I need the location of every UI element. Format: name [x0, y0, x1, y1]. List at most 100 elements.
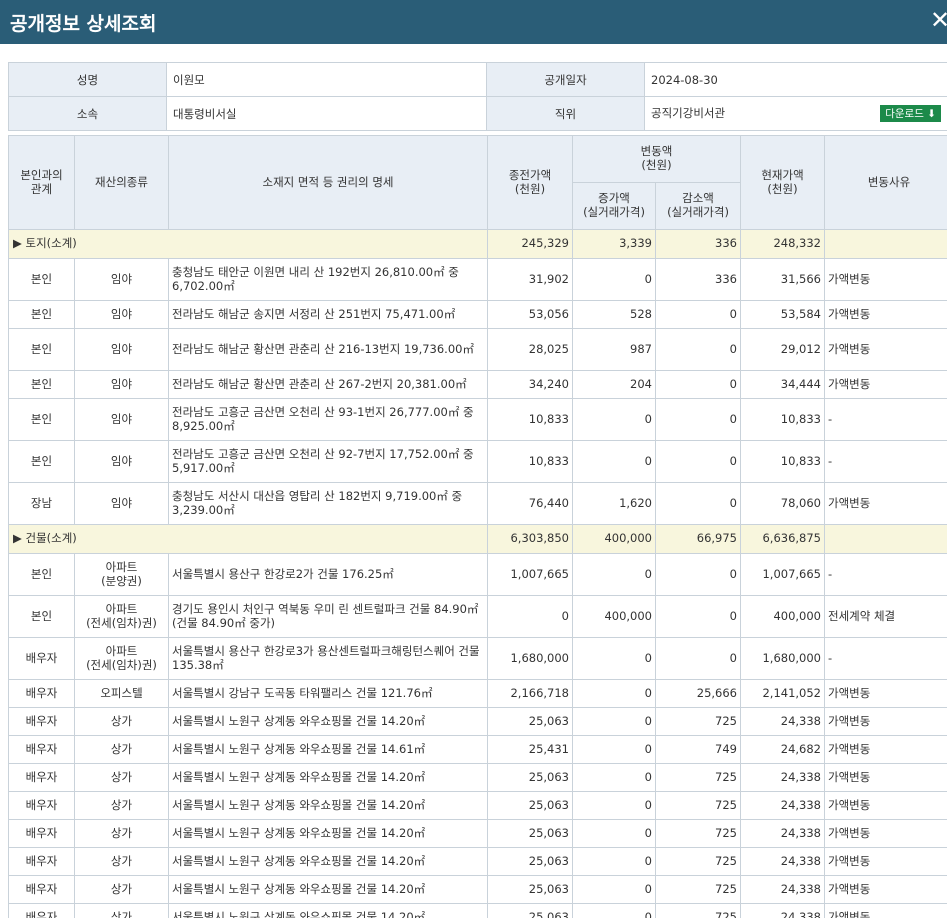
table-row[interactable]: 배우자 상가 서울특별시 노원구 상계동 와우쇼핑몰 건물 14.20㎡ 25,063… — [8, 791, 947, 820]
cell-reason: 가액변동 — [824, 847, 947, 876]
header-type: 재산의종류 — [74, 135, 169, 230]
download-button[interactable]: 다운로드 ⬇ — [880, 105, 941, 122]
cell-inc: 0 — [572, 637, 656, 680]
cell-dec: 725 — [655, 875, 741, 904]
cell-inc: 528 — [572, 300, 656, 329]
cell-type: 아파트 (분양권) — [74, 553, 169, 596]
table-row[interactable]: 본인 임야 전라남도 해남군 황산면 관춘리 산 216-13번지 19,736.0… — [8, 328, 947, 371]
subtotal-prev: 6,303,850 — [487, 524, 573, 554]
table-row[interactable]: 배우자 상가 서울특별시 노원구 상계동 와우쇼핑몰 건물 14.20㎡ 25,063… — [8, 707, 947, 736]
table-row[interactable]: 본인 임야 전라남도 고흥군 금산면 오천리 산 93-1번지 26,777.00㎡… — [8, 398, 947, 441]
cell-type: 아파트 (전세(임차)권) — [74, 637, 169, 680]
cell-prev: 25,063 — [487, 791, 573, 820]
cell-dec: 0 — [655, 595, 741, 638]
cell-type: 상가 — [74, 735, 169, 764]
cell-prev: 31,902 — [487, 258, 573, 301]
cell-desc: 서울특별시 노원구 상계동 와우쇼핑몰 건물 14.20㎡ — [168, 763, 488, 792]
cell-current: 31,566 — [740, 258, 825, 301]
cell-desc: 서울특별시 강남구 도곡동 타워팰리스 건물 121.76㎡ — [168, 679, 488, 708]
cell-type: 상가 — [74, 763, 169, 792]
cell-dec: 749 — [655, 735, 741, 764]
cell-type: 상가 — [74, 707, 169, 736]
cell-current: 34,444 — [740, 370, 825, 399]
subtotal-row[interactable]: ▶ 토지(소계) 245,329 3,339 336 248,332 — [8, 229, 947, 259]
cell-type: 아파트 (전세(임차)권) — [74, 595, 169, 638]
cell-prev: 25,063 — [487, 875, 573, 904]
table-row[interactable]: 본인 임야 전라남도 해남군 송지면 서정리 산 251번지 75,471.00㎡ 5… — [8, 300, 947, 329]
header-relation: 본인과의 관계 — [8, 135, 75, 230]
cell-current: 24,338 — [740, 903, 825, 918]
cell-dec: 725 — [655, 903, 741, 918]
cell-dec: 725 — [655, 819, 741, 848]
org-value: 대통령비서실 — [166, 96, 487, 131]
table-row[interactable]: 본인 임야 충청남도 태안군 이원면 내리 산 192번지 26,810.00㎡ 중… — [8, 258, 947, 301]
header-desc: 소재지 면적 등 권리의 명세 — [168, 135, 488, 230]
cell-desc: 서울특별시 노원구 상계동 와우쇼핑몰 건물 14.20㎡ — [168, 847, 488, 876]
cell-reason: 가액변동 — [824, 482, 947, 525]
table-row[interactable]: 본인 임야 전라남도 고흥군 금산면 오천리 산 92-7번지 17,752.00㎡… — [8, 440, 947, 483]
cell-dec: 0 — [655, 440, 741, 483]
header-reason: 변동사유 — [824, 135, 947, 230]
cell-type: 상가 — [74, 903, 169, 918]
table-row[interactable]: 배우자 상가 서울특별시 노원구 상계동 와우쇼핑몰 건물 14.20㎡ 25,063… — [8, 819, 947, 848]
cell-inc: 204 — [572, 370, 656, 399]
cell-inc: 400,000 — [572, 595, 656, 638]
cell-desc: 충청남도 서산시 대산읍 영탑리 산 182번지 9,719.00㎡ 중 3,2… — [168, 482, 488, 525]
subtotal-title: ▶ 토지(소계) — [8, 229, 488, 259]
name-label: 성명 — [8, 62, 167, 97]
cell-relation: 배우자 — [8, 763, 75, 792]
cell-relation: 본인 — [8, 258, 75, 301]
date-label: 공개일자 — [486, 62, 645, 97]
cell-reason: - — [824, 553, 947, 596]
subtotal-dec: 336 — [655, 229, 741, 259]
table-row[interactable]: 배우자 아파트 (전세(임차)권) 서울특별시 용산구 한강로3가 용산센트럴파크해… — [8, 637, 947, 680]
cell-current: 53,584 — [740, 300, 825, 329]
cell-relation: 본인 — [8, 440, 75, 483]
cell-inc: 0 — [572, 398, 656, 441]
cell-prev: 53,056 — [487, 300, 573, 329]
table-row[interactable]: 배우자 상가 서울특별시 노원구 상계동 와우쇼핑몰 건물 14.61㎡ 25,431… — [8, 735, 947, 764]
table-row[interactable]: 배우자 상가 서울특별시 노원구 상계동 와우쇼핑몰 건물 14.20㎡ 25,063… — [8, 875, 947, 904]
cell-current: 24,682 — [740, 735, 825, 764]
cell-dec: 0 — [655, 370, 741, 399]
cell-relation: 본인 — [8, 553, 75, 596]
cell-inc: 0 — [572, 847, 656, 876]
cell-desc: 전라남도 해남군 송지면 서정리 산 251번지 75,471.00㎡ — [168, 300, 488, 329]
cell-relation: 본인 — [8, 300, 75, 329]
table-row[interactable]: 본인 아파트 (전세(임차)권) 경기도 용인시 처인구 역북동 우미 린 센트럴파… — [8, 595, 947, 638]
close-icon[interactable]: ✕ — [930, 6, 947, 34]
cell-inc: 987 — [572, 328, 656, 371]
table-row[interactable]: 배우자 상가 서울특별시 노원구 상계동 와우쇼핑몰 건물 14.20㎡ 25,063… — [8, 847, 947, 876]
cell-reason: - — [824, 398, 947, 441]
cell-current: 24,338 — [740, 763, 825, 792]
cell-relation: 배우자 — [8, 875, 75, 904]
table-row[interactable]: 장남 임야 충청남도 서산시 대산읍 영탑리 산 182번지 9,719.00㎡ 중… — [8, 482, 947, 525]
cell-dec: 725 — [655, 791, 741, 820]
table-row[interactable]: 배우자 상가 서울특별시 노원구 상계동 와우쇼핑몰 건물 14.20㎡ 25,063… — [8, 763, 947, 792]
cell-inc: 0 — [572, 875, 656, 904]
cell-current: 29,012 — [740, 328, 825, 371]
cell-inc: 0 — [572, 735, 656, 764]
cell-inc: 0 — [572, 679, 656, 708]
position-value: 공직기강비서관 — [651, 106, 726, 120]
cell-desc: 전라남도 고흥군 금산면 오천리 산 93-1번지 26,777.00㎡ 중 8… — [168, 398, 488, 441]
org-label: 소속 — [8, 96, 167, 131]
cell-prev: 10,833 — [487, 398, 573, 441]
name-value: 이원모 — [166, 62, 487, 97]
cell-dec: 0 — [655, 553, 741, 596]
cell-prev: 25,063 — [487, 847, 573, 876]
table-row[interactable]: 본인 아파트 (분양권) 서울특별시 용산구 한강로2가 건물 176.25㎡ 1,0… — [8, 553, 947, 596]
table-row[interactable]: 본인 임야 전라남도 해남군 황산면 관춘리 산 267-2번지 20,381.00… — [8, 370, 947, 399]
cell-desc: 서울특별시 노원구 상계동 와우쇼핑몰 건물 14.20㎡ — [168, 707, 488, 736]
table-row[interactable]: 배우자 상가 서울특별시 노원구 상계동 와우쇼핑몰 건물 14.20㎡ 25,063… — [8, 903, 947, 918]
cell-relation: 배우자 — [8, 735, 75, 764]
cell-reason: 가액변동 — [824, 819, 947, 848]
cell-reason: - — [824, 440, 947, 483]
subtotal-title: ▶ 건물(소계) — [8, 524, 488, 554]
table-row[interactable]: 배우자 오피스텔 서울특별시 강남구 도곡동 타워팰리스 건물 121.76㎡ 2,1… — [8, 679, 947, 708]
subtotal-reason — [824, 524, 947, 554]
cell-reason: 가액변동 — [824, 875, 947, 904]
cell-dec: 725 — [655, 707, 741, 736]
subtotal-row[interactable]: ▶ 건물(소계) 6,303,850 400,000 66,975 6,636,875 — [8, 524, 947, 554]
cell-prev: 10,833 — [487, 440, 573, 483]
